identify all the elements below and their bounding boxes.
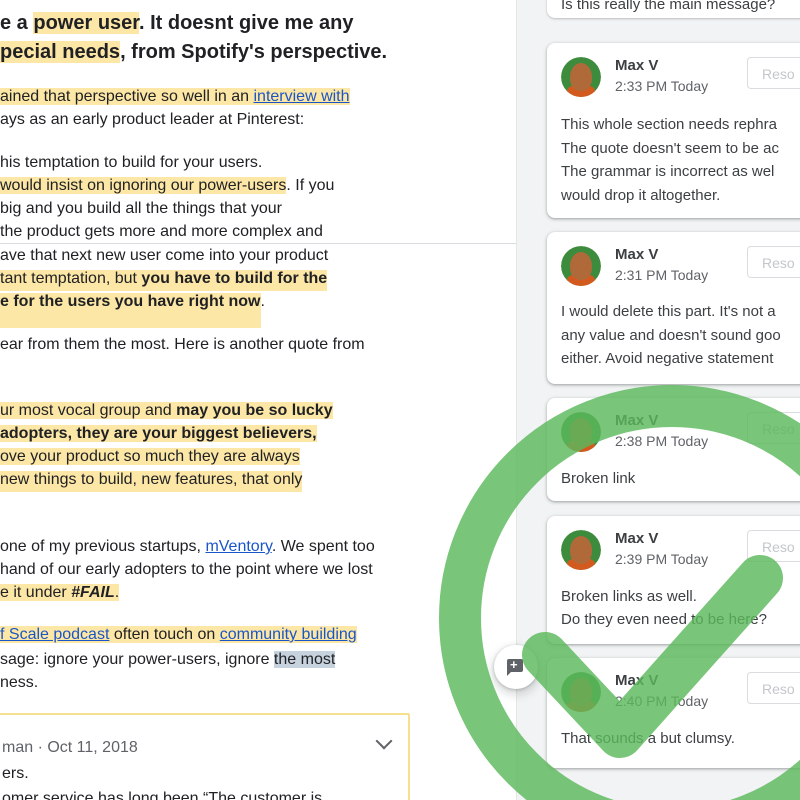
quote-line: ave that next new user come into your pr… [0,247,329,264]
comment-time: 2:33 PM Today [615,78,709,94]
comment-card[interactable]: Max V 2:40 PM Today Reso That sounds a b… [547,658,800,768]
comment-time: 2:40 PM Today [615,693,709,709]
comment-author: Max V [615,412,659,429]
comment-author: Max V [615,57,659,74]
highlight[interactable]: power user [33,12,139,34]
highlight[interactable]: new things to build, new features, that … [0,471,303,492]
comment-card[interactable]: Max V 2:31 PM Today Reso I would delete … [547,232,800,384]
comment-text: any value and doesn't sound goo [561,327,781,344]
quote-line: the product gets more and more complex a… [0,223,323,240]
comment-text: would drop it altogether. [561,187,721,204]
highlight[interactable]: adopters, they are your biggest believer… [0,425,317,442]
comment-card[interactable]: Max V 2:38 PM Today Reso Broken link [547,398,800,501]
quote-line: would insist on ignoring our power-users… [0,177,335,194]
embedded-tweet[interactable]: man · Oct 11, 2018 ers. omer service has… [0,713,410,800]
paragraph-line: hand of our early adopters to the point … [0,561,373,578]
highlight[interactable]: pecial needs [0,41,121,63]
avatar [561,530,601,570]
quote-line: ur most vocal group and may you be so lu… [0,399,333,422]
paragraph-line: e it under #FAIL. [0,581,120,604]
comment-card[interactable]: Max V 2:39 PM Today Reso Broken links as… [547,516,800,644]
highlight[interactable]: ur most vocal group and may you be so lu… [0,402,333,419]
comment-author: Max V [615,672,659,689]
comment-author: Max V [615,246,659,263]
interview-link[interactable]: interview with [253,88,349,105]
comment-author: Max V [615,530,659,547]
quote-line: ove your product so much they are always [0,445,300,468]
comment-text: I would delete this part. It's not a [561,303,776,320]
heading-line-1: e a power user. It doesnt give me any [0,12,354,34]
paragraph-line: ness. [0,674,39,691]
quote-line: adopters, they are your biggest believer… [0,422,317,445]
add-comment-button[interactable]: + [494,645,538,689]
comment-card[interactable]: Max V 2:33 PM Today Reso This whole sect… [547,43,800,218]
comment-time: 2:38 PM Today [615,433,709,449]
heading-line-2: pecial needs, from Spotify's perspective… [0,41,388,63]
paragraph-line: ays as an early product leader at Pinter… [0,111,305,128]
paragraph-line: f Scale podcast often touch on community… [0,626,357,643]
selected-text[interactable]: the most [273,651,336,668]
paragraph-line: one of my previous startups, mVentory. W… [0,538,375,555]
chevron-down-icon[interactable] [375,732,393,750]
comment-text: Do they even need to be here? [561,611,767,628]
comment-text: The quote doesn't seem to be ac [561,140,780,157]
comment-text: The grammar is incorrect as wel [561,163,775,180]
tweet-meta: man · Oct 11, 2018 [2,739,138,756]
comment-text: That sounds a but clumsy. [561,730,735,747]
resolve-button[interactable]: Reso [747,672,800,704]
mventory-link[interactable]: mVentory [205,538,271,555]
tweet-text: omer service has long been “The customer… [2,790,323,800]
comment-text: either. Avoid negative statement [561,350,774,367]
paragraph-line: ained that perspective so well in an int… [0,88,350,105]
resolve-button[interactable]: Reso [747,246,800,278]
quote-line: his temptation to build for your users. [0,154,263,171]
document-body[interactable]: e a power user. It doesnt give me any pe… [0,0,516,800]
avatar [561,412,601,452]
avatar [561,246,601,286]
resolve-button[interactable]: Reso [747,412,800,444]
podcast-link[interactable]: f Scale podcast [0,626,109,643]
quote-line: new things to build, new features, that … [0,468,303,492]
resolve-button[interactable]: Reso [747,530,800,562]
highlight[interactable]: would insist on ignoring our power-users [0,177,287,194]
tweet-text: ers. [2,765,29,782]
comment-text: Broken link [561,470,636,487]
avatar [561,672,601,712]
quote-line: e for the users you have right now. [0,290,265,328]
highlight[interactable]: ove your product so much they are always [0,448,300,465]
comment-text: This whole section needs rephra [561,116,777,133]
resolve-button[interactable]: Reso [747,57,800,89]
comment-text: Broken links as well. [561,588,697,605]
paragraph-line: sage: ignore your power-users, ignore th… [0,651,336,668]
highlight[interactable]: tant temptation, but you have to build f… [0,270,328,291]
highlight[interactable]: e for the users you have right now [0,293,261,328]
comment-card-partial[interactable]: Is this really the main message? [547,0,800,18]
quote-line: big and you build all the things that yo… [0,200,282,217]
community-link[interactable]: community building [220,626,357,643]
avatar [561,57,601,97]
paragraph-line: ear from them the most. Here is another … [0,336,365,353]
comment-time: 2:39 PM Today [615,551,709,567]
highlight[interactable]: e it under #FAIL. [0,584,120,601]
comment-time: 2:31 PM Today [615,267,709,283]
quote-line: tant temptation, but you have to build f… [0,267,328,291]
